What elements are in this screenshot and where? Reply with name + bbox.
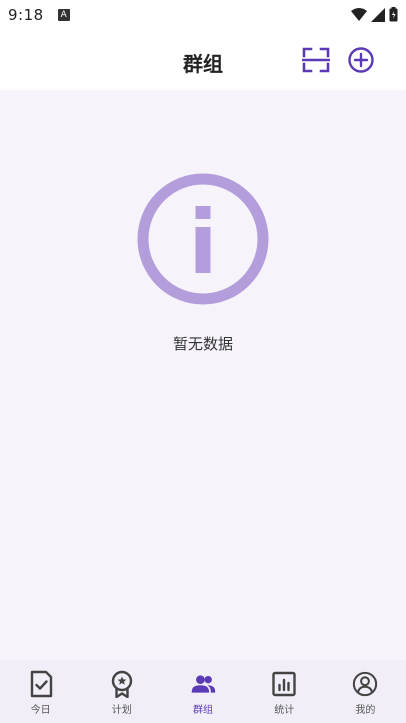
clipboard-check-icon — [30, 670, 52, 698]
bottom-tab-bar: 今日 计划 群组 统计 我的 — [0, 660, 406, 723]
info-icon — [137, 173, 269, 305]
scan-icon — [302, 47, 330, 73]
wifi-icon — [351, 7, 367, 21]
main-content: 暂无数据 — [0, 90, 406, 660]
empty-state-text: 暂无数据 — [172, 335, 233, 353]
battery-icon — [389, 7, 398, 22]
cell-signal-icon — [371, 7, 385, 22]
award-icon — [111, 670, 132, 698]
add-button[interactable] — [347, 46, 375, 74]
tab-stats[interactable]: 统计 — [244, 660, 325, 723]
status-bar: 9:18 A — [0, 0, 406, 30]
tab-label: 今日 — [30, 705, 51, 716]
group-icon — [191, 675, 216, 693]
plus-circle-icon — [348, 47, 374, 73]
tab-today[interactable]: 今日 — [0, 660, 81, 723]
app-header: 群组 — [0, 30, 406, 90]
tab-label: 群组 — [193, 705, 213, 716]
scan-button[interactable] — [302, 47, 330, 73]
tab-label: 统计 — [274, 705, 295, 716]
tab-label: 我的 — [355, 705, 376, 716]
tab-group[interactable]: 群组 — [162, 660, 243, 723]
tab-label: 计划 — [111, 705, 132, 716]
status-time: 9:18 — [8, 6, 44, 24]
page-title: 群组 — [183, 52, 223, 76]
tab-plan[interactable]: 计划 — [81, 660, 162, 723]
status-indicators — [351, 7, 398, 22]
user-circle-icon — [353, 671, 378, 697]
bar-chart-icon — [272, 671, 296, 697]
tab-profile[interactable]: 我的 — [325, 660, 406, 723]
notification-app-icon: A — [57, 9, 70, 21]
